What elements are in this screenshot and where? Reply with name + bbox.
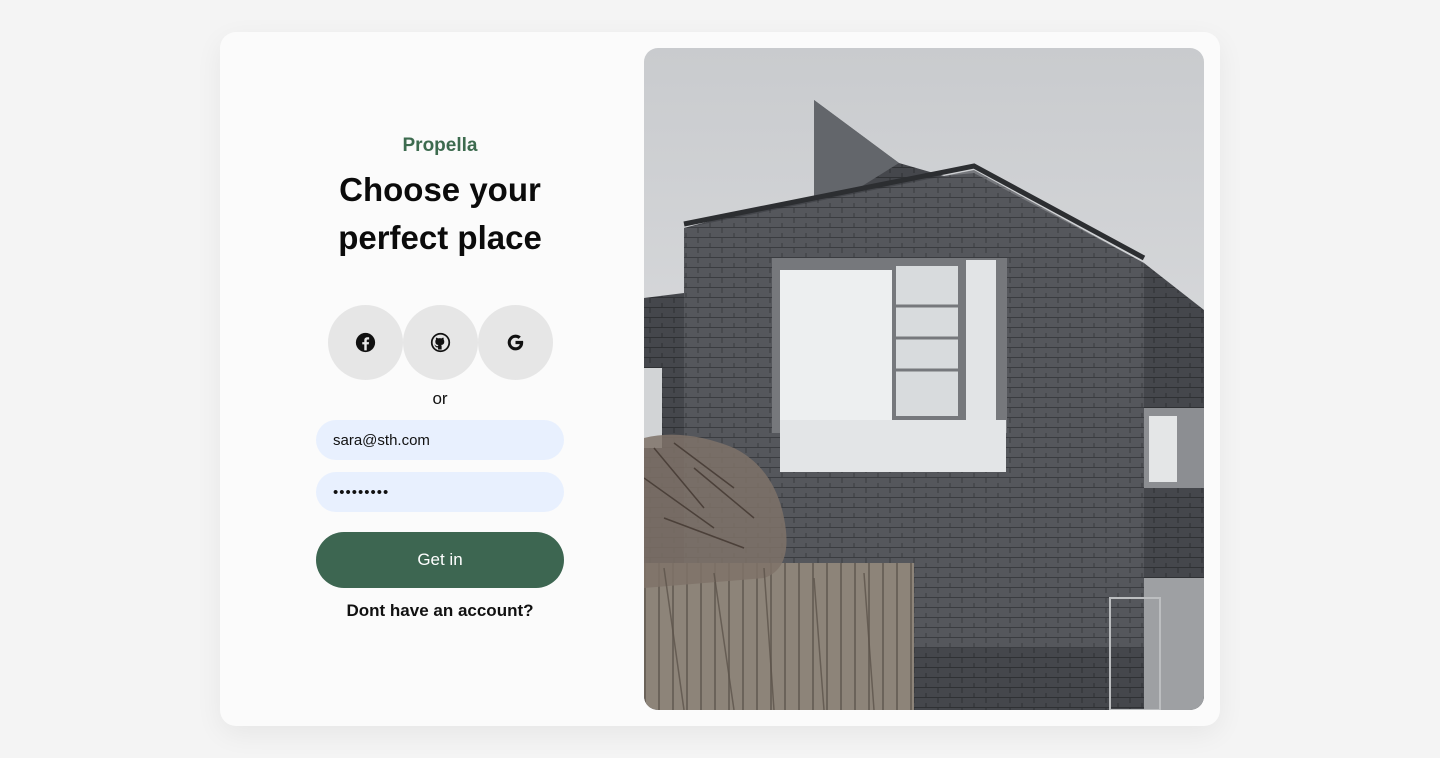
login-panel: Propella Choose your perfect place or sa… (220, 32, 660, 726)
divider-or: or (432, 389, 448, 408)
github-login-button[interactable] (403, 305, 478, 380)
headline-line-1: Choose your (339, 171, 541, 208)
brand-name: Propella (402, 135, 478, 156)
google-icon (507, 334, 524, 351)
facebook-login-button[interactable] (328, 305, 403, 380)
email-field[interactable] (316, 420, 564, 460)
signup-link[interactable]: Dont have an account? (220, 601, 660, 621)
github-icon (430, 332, 451, 353)
google-login-button[interactable] (478, 305, 553, 380)
social-login-group (328, 305, 553, 380)
get-in-button[interactable]: Get in (316, 532, 564, 588)
headline-line-2: perfect place (338, 219, 542, 256)
house-photo (644, 48, 1204, 710)
login-card: Propella Choose your perfect place or sa… (220, 32, 1220, 726)
password-field[interactable] (316, 472, 564, 512)
facebook-icon (355, 332, 376, 353)
page-title: Choose your perfect place (220, 166, 660, 262)
